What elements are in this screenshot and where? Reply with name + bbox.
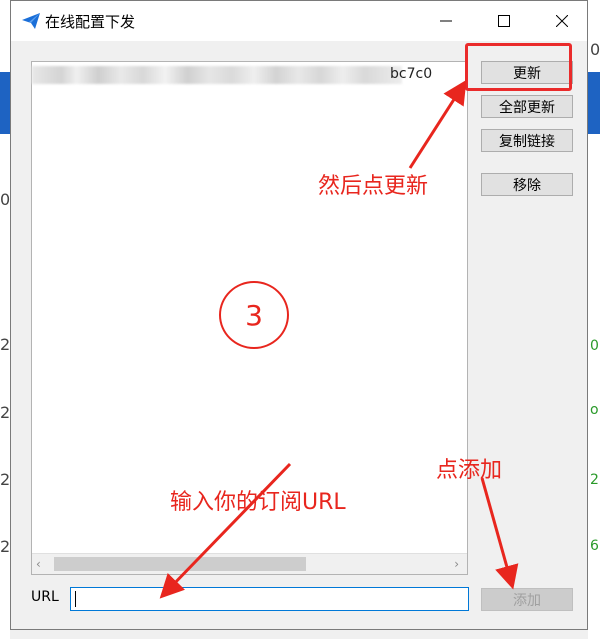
- background-glyph: 2: [590, 472, 599, 488]
- background-glyph: 2: [0, 537, 11, 556]
- list-item[interactable]: bc7c0: [32, 64, 467, 86]
- url-hint-annotation: 输入你的订阅URL: [170, 490, 346, 515]
- minimize-icon: [440, 20, 452, 22]
- config-dialog: 在线配置下发 bc7c0 ‹ › 更新 全部更新 复制链接 移除 URL 添加: [10, 0, 588, 630]
- update-all-button[interactable]: 全部更新: [481, 95, 573, 118]
- background-glyph: 2: [0, 403, 11, 422]
- add-hint-annotation: 点添加: [436, 458, 503, 483]
- minimize-button[interactable]: [423, 1, 469, 41]
- add-button[interactable]: 添加: [481, 588, 573, 611]
- background-glyph: 2: [0, 335, 11, 354]
- paper-plane-icon: [22, 13, 40, 29]
- background-glyph: 0: [590, 338, 599, 354]
- step-number-circle: 3: [219, 281, 289, 349]
- copy-link-button[interactable]: 复制链接: [481, 129, 573, 152]
- maximize-icon: [498, 15, 510, 27]
- background-glyph: 0: [590, 40, 600, 59]
- close-icon: [556, 15, 568, 27]
- background-glyph: 0: [0, 190, 11, 209]
- blurred-url: [32, 66, 402, 84]
- background-header-right: [588, 72, 600, 134]
- horizontal-scrollbar[interactable]: ‹ ›: [32, 553, 467, 574]
- remove-button[interactable]: 移除: [481, 173, 573, 196]
- text-caret: [75, 591, 76, 607]
- background-glyph: 6: [590, 538, 599, 554]
- scroll-left-icon[interactable]: ‹: [36, 557, 41, 571]
- list-item-text: bc7c0: [390, 66, 433, 82]
- url-label: URL: [31, 589, 59, 605]
- step-number: 3: [245, 298, 263, 332]
- window-title: 在线配置下发: [45, 13, 136, 31]
- update-hint-annotation: 然后点更新: [318, 174, 429, 199]
- url-input[interactable]: [70, 587, 469, 611]
- background-glyph: o: [590, 402, 599, 418]
- maximize-button[interactable]: [481, 1, 527, 41]
- scroll-right-icon[interactable]: ›: [454, 557, 459, 571]
- title-bar[interactable]: 在线配置下发: [11, 1, 587, 41]
- update-highlight-box: [465, 43, 572, 91]
- close-button[interactable]: [539, 1, 585, 41]
- background-glyph: 2: [0, 470, 11, 489]
- background-header-left: [0, 72, 10, 134]
- scrollbar-thumb[interactable]: [54, 557, 306, 571]
